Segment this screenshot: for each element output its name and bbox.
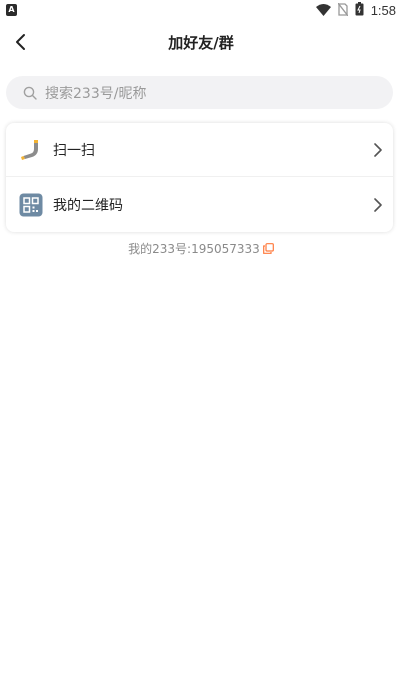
my-id-text: 我的233号:195057333 — [128, 242, 260, 256]
status-icons: 1:58 — [315, 1, 396, 20]
search-icon — [23, 85, 39, 101]
scan-label: 扫一扫 — [53, 142, 95, 159]
scan-row[interactable]: 扫一扫 — [6, 123, 393, 177]
status-bar: A 1:58 — [0, 0, 402, 22]
scan-icon — [19, 138, 43, 162]
chevron-right-icon — [374, 198, 382, 212]
my-qr-code-label: 我的二维码 — [53, 198, 123, 214]
status-time: 1:58 — [370, 2, 396, 18]
notification-app-icon: A — [6, 4, 17, 16]
page-title: 加好友/群 — [168, 34, 234, 52]
search-input[interactable]: 搜索233号/昵称 — [6, 76, 393, 109]
search-placeholder: 搜索233号/昵称 — [45, 85, 147, 102]
wifi-icon — [315, 1, 331, 20]
qr-code-icon — [19, 193, 43, 217]
menu-card: 扫一扫 我的二维码 — [6, 123, 393, 232]
no-sim-icon — [337, 1, 349, 20]
battery-icon — [355, 1, 364, 20]
my-id-line: 我的233号:195057333 — [0, 240, 402, 257]
my-qr-code-row[interactable]: 我的二维码 — [6, 178, 393, 232]
chevron-right-icon — [374, 143, 382, 157]
nav-bar: 加好友/群 — [0, 22, 402, 62]
copy-icon[interactable] — [262, 243, 274, 254]
